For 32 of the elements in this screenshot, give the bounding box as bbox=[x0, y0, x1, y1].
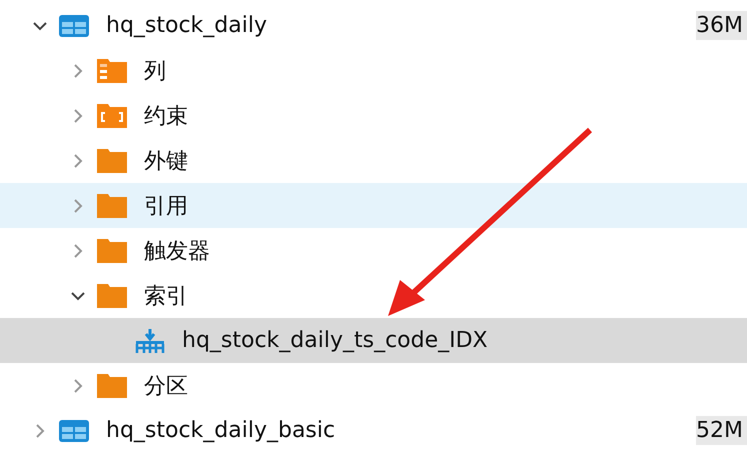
folder-icon bbox=[96, 192, 128, 218]
tree-item[interactable]: 约束 bbox=[0, 93, 747, 138]
item-label: hq_stock_daily bbox=[106, 13, 267, 38]
tree-item[interactable]: 列 bbox=[0, 48, 747, 93]
item-label: 外键 bbox=[144, 148, 188, 176]
tree-item[interactable]: 分区 bbox=[0, 363, 747, 408]
folder-icon bbox=[96, 102, 128, 128]
item-label: hq_stock_daily_basic bbox=[106, 418, 336, 443]
table-icon bbox=[58, 12, 90, 38]
index-icon bbox=[134, 328, 166, 354]
folder-icon bbox=[96, 372, 128, 398]
item-label: 列 bbox=[144, 58, 166, 86]
item-label: 引用 bbox=[144, 192, 188, 220]
folder-icon bbox=[96, 58, 128, 84]
tree-item[interactable]: 外键 bbox=[0, 138, 747, 183]
item-label: 触发器 bbox=[144, 238, 210, 266]
folder-icon bbox=[96, 238, 128, 264]
size-label: 52M bbox=[696, 416, 747, 445]
item-label: 约束 bbox=[144, 102, 188, 130]
item-label: 索引 bbox=[144, 282, 188, 310]
folder-icon bbox=[96, 148, 128, 174]
tree-item[interactable]: 索引 bbox=[0, 273, 747, 318]
table-icon bbox=[58, 418, 90, 444]
tree-item[interactable]: 引用 bbox=[0, 183, 747, 228]
size-label: 36M bbox=[696, 11, 747, 40]
item-label: hq_stock_daily_ts_code_IDX bbox=[182, 328, 488, 353]
tree-item[interactable]: hq_stock_daily 36M bbox=[0, 3, 747, 48]
item-label: 分区 bbox=[144, 372, 188, 400]
tree-item[interactable]: hq_stock_daily_ts_code_IDX bbox=[0, 318, 747, 363]
tree-item[interactable]: 触发器 bbox=[0, 228, 747, 273]
folder-icon bbox=[96, 282, 128, 308]
tree-item[interactable]: hq_stock_daily_basic 52M bbox=[0, 408, 747, 453]
